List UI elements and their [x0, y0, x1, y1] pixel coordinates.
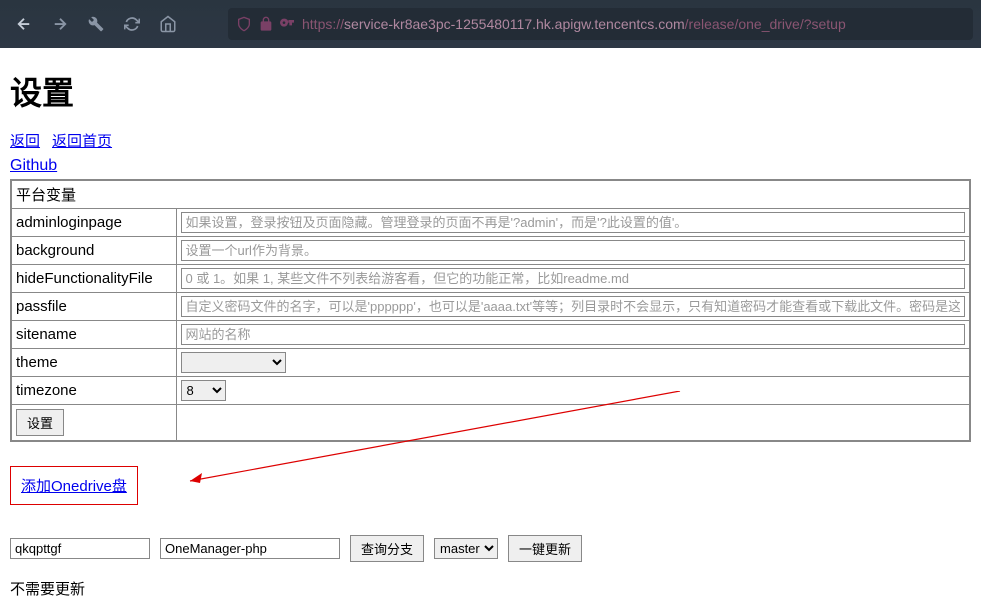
branch-select[interactable]: master — [434, 538, 498, 559]
table-row: hideFunctionalityFile — [11, 265, 970, 293]
save-button[interactable]: 设置 — [16, 409, 64, 436]
update-bar: 查询分支 master 一键更新 — [10, 535, 971, 562]
table-row: passfile — [11, 293, 970, 321]
home-link[interactable]: 返回首页 — [52, 133, 112, 150]
table-header-row: 平台变量 — [11, 180, 970, 209]
table-row: adminloginpage — [11, 209, 970, 237]
row-label-passfile: passfile — [11, 293, 176, 321]
url-bar[interactable]: https://service-kr8ae3pc-1255480117.hk.a… — [228, 8, 973, 40]
add-drive-box: 添加Onedrive盘 — [10, 466, 138, 505]
table-row: 设置 — [11, 405, 970, 442]
add-drive-section: 添加Onedrive盘 — [10, 466, 971, 505]
adminloginpage-input[interactable] — [181, 212, 966, 233]
one-click-update-button[interactable]: 一键更新 — [508, 535, 582, 562]
timezone-select[interactable]: 8 — [181, 380, 226, 401]
github-link[interactable]: Github — [10, 157, 57, 175]
query-branch-button[interactable]: 查询分支 — [350, 535, 424, 562]
row-label-sitename: sitename — [11, 321, 176, 349]
add-onedrive-link[interactable]: 添加Onedrive盘 — [21, 478, 127, 495]
browser-toolbar: https://service-kr8ae3pc-1255480117.hk.a… — [0, 0, 981, 48]
row-label-theme: theme — [11, 349, 176, 377]
row-label-adminloginpage: adminloginpage — [11, 209, 176, 237]
table-row: timezone 8 — [11, 377, 970, 405]
hidefunctionalityfile-input[interactable] — [181, 268, 966, 289]
back-button[interactable] — [8, 8, 40, 40]
sitename-input[interactable] — [181, 324, 966, 345]
row-label-hidefunctionalityfile: hideFunctionalityFile — [11, 265, 176, 293]
lock-icon — [258, 16, 274, 32]
forward-button[interactable] — [44, 8, 76, 40]
settings-table: 平台变量 adminloginpage background hideFunct… — [10, 179, 971, 442]
passfile-input[interactable] — [181, 296, 966, 317]
repo-name-input[interactable] — [160, 538, 340, 559]
table-row: theme — [11, 349, 970, 377]
background-input[interactable] — [181, 240, 966, 261]
nav-links: 返回返回首页 — [10, 130, 971, 151]
row-label-background: background — [11, 237, 176, 265]
table-row: sitename — [11, 321, 970, 349]
repo-owner-input[interactable] — [10, 538, 150, 559]
update-status: 不需要更新 — [10, 578, 971, 599]
reload-button[interactable] — [116, 8, 148, 40]
devtools-button[interactable] — [80, 8, 112, 40]
url-text: https://service-kr8ae3pc-1255480117.hk.a… — [302, 16, 846, 32]
table-header: 平台变量 — [11, 180, 970, 209]
back-link[interactable]: 返回 — [10, 133, 40, 150]
page-title: 设置 — [10, 68, 971, 114]
key-icon — [280, 16, 296, 32]
row-label-timezone: timezone — [11, 377, 176, 405]
shield-icon — [236, 16, 252, 32]
table-row: background — [11, 237, 970, 265]
home-button[interactable] — [152, 8, 184, 40]
theme-select[interactable] — [181, 352, 286, 373]
